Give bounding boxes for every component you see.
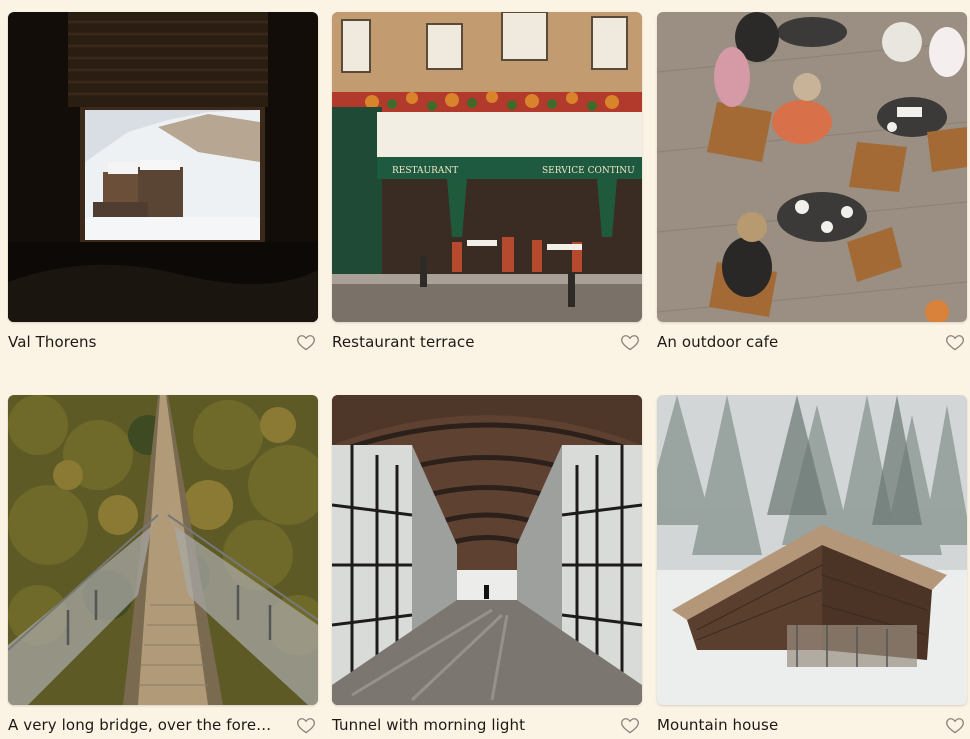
svg-text:RESTAURANT: RESTAURANT [392, 166, 458, 176]
gallery-image[interactable] [8, 395, 318, 705]
heart-outline-icon[interactable] [620, 332, 640, 352]
gallery-card[interactable]: Tunnel with morning light [332, 395, 642, 739]
gallery-image[interactable] [332, 395, 642, 705]
image-caption: Val Thorens [8, 333, 97, 351]
heart-outline-icon[interactable] [945, 332, 965, 352]
gallery-image[interactable] [657, 12, 967, 322]
gallery-image[interactable] [8, 12, 318, 322]
image-caption: Tunnel with morning light [332, 716, 526, 734]
heart-outline-icon[interactable] [296, 332, 316, 352]
gallery-card[interactable]: Val Thorens [8, 12, 318, 362]
gallery-card[interactable]: RESTAURANT SERVICE CONTINU Restaurant te… [332, 12, 642, 362]
gallery-card[interactable]: An outdoor cafe [657, 12, 967, 362]
caption-row: A very long bridge, over the fore… [8, 705, 318, 739]
heart-outline-icon[interactable] [945, 715, 965, 735]
image-caption: Restaurant terrace [332, 333, 475, 351]
gallery-card[interactable]: A very long bridge, over the fore… [8, 395, 318, 739]
heart-outline-icon[interactable] [620, 715, 640, 735]
image-caption: A very long bridge, over the fore… [8, 716, 272, 734]
caption-row: An outdoor cafe [657, 322, 967, 362]
gallery-card[interactable]: Mountain house [657, 395, 967, 739]
caption-row: Val Thorens [8, 322, 318, 362]
heart-outline-icon[interactable] [296, 715, 316, 735]
image-caption: An outdoor cafe [657, 333, 779, 351]
gallery-image[interactable] [657, 395, 967, 705]
svg-text:SERVICE CONTINU: SERVICE CONTINU [542, 166, 635, 176]
gallery-image[interactable]: RESTAURANT SERVICE CONTINU [332, 12, 642, 322]
caption-row: Tunnel with morning light [332, 705, 642, 739]
image-caption: Mountain house [657, 716, 779, 734]
photo-gallery-grid: Val Thorens RESTAURANT SERVICE CONTINU R… [0, 0, 970, 739]
caption-row: Restaurant terrace [332, 322, 642, 362]
caption-row: Mountain house [657, 705, 967, 739]
